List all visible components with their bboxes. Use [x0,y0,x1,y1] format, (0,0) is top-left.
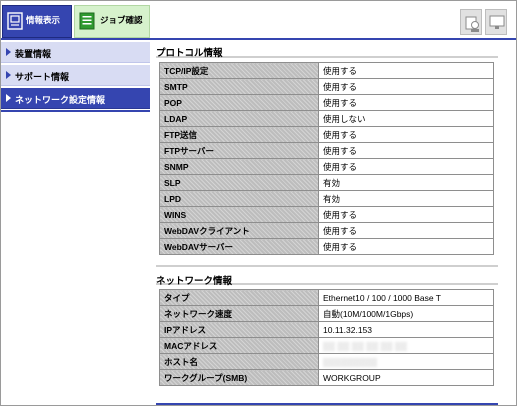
sidebar-item-device-info[interactable]: 装置情報 [1,42,150,63]
row-key: SMTP [159,78,319,95]
row-value-obscured: ▒▒▒▒▒▒▒▒▒ [318,353,494,370]
tab-info-display[interactable]: 情報表示 [2,5,72,38]
row-value: 有効 [318,190,494,207]
app-window: 情報表示 ジョブ確認 装置情報 サポート情報 ネットワーク設定情報 プロトコル情… [0,0,517,406]
table-row: SNMP 使用する [159,158,494,175]
main-content: プロトコル情報 TCP/IP設定 使用する SMTP 使用する POP 使用する LD… [156,40,498,405]
arrow-right-icon [6,48,11,56]
row-value: 使用しない [318,110,494,127]
table-row: SMTP 使用する [159,78,494,95]
tab-job-check[interactable]: ジョブ確認 [74,5,150,38]
row-value: WORKGROUP [318,369,494,386]
row-value: 自動(10M/100M/1Gbps) [318,305,494,322]
obscured-mac: ▒▒ ▒▒ ▒▒ ▒▒ ▒▒ ▒▒ [323,340,408,351]
row-key: WebDAVクライアント [159,222,319,239]
table-row: FTP送信 使用する [159,126,494,143]
table-row: LPD 有効 [159,190,494,207]
row-key: タイプ [159,289,319,306]
row-key: SNMP [159,158,319,175]
row-value: 有効 [318,174,494,191]
protocol-section-title: プロトコル情報 [156,40,498,59]
table-row: WebDAVサーバー 使用する [159,238,494,255]
row-value: 使用する [318,222,494,239]
table-row: ネットワーク速度 自動(10M/100M/1Gbps) [159,305,494,322]
row-value: 使用する [318,158,494,175]
row-key: FTPサーバー [159,142,319,159]
display-icon [489,15,505,29]
table-row: WebDAVクライアント 使用する [159,222,494,239]
row-key: WebDAVサーバー [159,238,319,255]
sidebar-item-network-settings[interactable]: ネットワーク設定情報 [1,88,150,109]
job-document-icon [79,12,95,30]
network-section-title: ネットワーク情報 [156,265,498,287]
top-bar: 情報表示 ジョブ確認 [1,1,516,40]
row-value: Ethernet10 / 100 / 1000 Base T [318,289,494,306]
row-value: 使用する [318,142,494,159]
row-key: LDAP [159,110,319,127]
sidebar-item-label: 装置情報 [15,49,52,59]
table-row: WINS 使用する [159,206,494,223]
copy-user-button[interactable] [460,9,482,35]
row-key: ホスト名 [159,353,319,370]
display-button[interactable] [485,9,507,35]
row-key: ネットワーク速度 [159,305,319,322]
sidebar-item-label: ネットワーク設定情報 [15,95,106,105]
arrow-right-icon [6,94,11,102]
tab-info-label: 情報表示 [26,15,61,25]
sidebar-item-label: サポート情報 [15,72,70,82]
row-value: 使用する [318,62,494,79]
table-row: ワークグループ(SMB) WORKGROUP [159,369,494,386]
table-row: MACアドレス ▒▒ ▒▒ ▒▒ ▒▒ ▒▒ ▒▒ [159,337,494,354]
table-row: SLP 有効 [159,174,494,191]
row-value: 10.11.32.153 [318,321,494,338]
tab-job-label: ジョブ確認 [100,15,143,25]
table-row: ホスト名 ▒▒▒▒▒▒▒▒▒ [159,353,494,370]
row-key: ワークグループ(SMB) [159,369,319,386]
row-key: IPアドレス [159,321,319,338]
row-value: 使用する [318,206,494,223]
arrow-right-icon [6,71,11,79]
table-row: POP 使用する [159,94,494,111]
row-value: 使用する [318,126,494,143]
row-value: 使用する [318,94,494,111]
table-row: IPアドレス 10.11.32.153 [159,321,494,338]
row-key: POP [159,94,319,111]
copy-user-icon [465,16,479,32]
sidebar-item-support-info[interactable]: サポート情報 [1,65,150,86]
network-table: タイプ Ethernet10 / 100 / 1000 Base T ネットワーク… [159,289,494,386]
table-row: LDAP 使用しない [159,110,494,127]
row-key: TCP/IP設定 [159,62,319,79]
row-key: SLP [159,174,319,191]
table-row: タイプ Ethernet10 / 100 / 1000 Base T [159,289,494,306]
row-value: 使用する [318,78,494,95]
sidebar: 装置情報 サポート情報 ネットワーク設定情報 [1,40,150,112]
protocol-table: TCP/IP設定 使用する SMTP 使用する POP 使用する LDAP 使用しない … [159,62,494,255]
row-value-obscured: ▒▒ ▒▒ ▒▒ ▒▒ ▒▒ ▒▒ [318,337,494,354]
obscured-hostname: ▒▒▒▒▒▒▒▒▒ [323,356,378,367]
row-value: 使用する [318,238,494,255]
sidebar-divider [1,110,150,112]
table-row: TCP/IP設定 使用する [159,62,494,79]
row-key: WINS [159,206,319,223]
table-row: FTPサーバー 使用する [159,142,494,159]
row-key: FTP送信 [159,126,319,143]
row-key: LPD [159,190,319,207]
row-key: MACアドレス [159,337,319,354]
info-display-icon [7,12,23,30]
